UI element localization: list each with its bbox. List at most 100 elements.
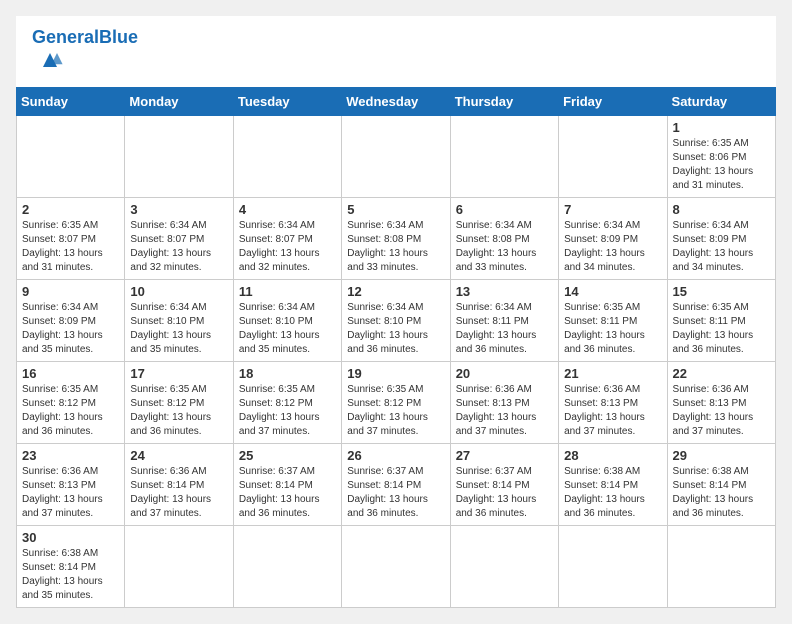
day-number: 30 bbox=[22, 530, 119, 545]
calendar-cell: 10 Sunrise: 6:34 AMSunset: 8:10 PMDayligh… bbox=[125, 280, 233, 362]
calendar-cell: 3Sunrise: 6:34 AMSunset: 8:07 PMDaylight… bbox=[125, 198, 233, 280]
logo-blue: Blue bbox=[99, 27, 138, 47]
calendar-cell: 30 Sunrise: 6:38 AMSunset: 8:14 PMDayligh… bbox=[17, 526, 125, 608]
day-number: 5 bbox=[347, 202, 444, 217]
day-info: Sunrise: 6:36 AMSunset: 8:13 PMDaylight:… bbox=[456, 383, 553, 439]
calendar-header-monday: Monday bbox=[125, 88, 233, 116]
day-info: Sunrise: 6:35 AMSunset: 8:12 PMDaylight:… bbox=[239, 383, 336, 439]
day-info: Sunrise: 6:38 AMSunset: 8:14 PMDaylight:… bbox=[564, 465, 661, 521]
calendar-cell: 5 Sunrise: 6:34 AMSunset: 8:08 PMDaylight… bbox=[342, 198, 450, 280]
day-info: Sunrise: 6:38 AMSunset: 8:14 PMDaylight:… bbox=[673, 465, 770, 521]
day-info: Sunrise: 6:37 AMSunset: 8:14 PMDaylight:… bbox=[347, 465, 444, 521]
day-info: Sunrise: 6:35 AMSunset: 8:06 PMDaylight:… bbox=[673, 137, 770, 193]
calendar-week-5: 23 Sunrise: 6:36 AMSunset: 8:13 PMDayligh… bbox=[17, 444, 776, 526]
day-info: Sunrise: 6:35 AMSunset: 8:11 PMDaylight:… bbox=[564, 301, 661, 357]
calendar-cell: 23 Sunrise: 6:36 AMSunset: 8:13 PMDayligh… bbox=[17, 444, 125, 526]
day-number: 18 bbox=[239, 366, 336, 381]
day-info: Sunrise: 6:34 AMSunset: 8:09 PMDaylight:… bbox=[564, 219, 661, 275]
day-number: 22 bbox=[673, 366, 770, 381]
calendar-week-4: 16 Sunrise: 6:35 AMSunset: 8:12 PMDayligh… bbox=[17, 362, 776, 444]
calendar-cell: 25Sunrise: 6:37 AMSunset: 8:14 PMDayligh… bbox=[233, 444, 341, 526]
day-number: 27 bbox=[456, 448, 553, 463]
calendar-cell: 6 Sunrise: 6:34 AMSunset: 8:08 PMDaylight… bbox=[450, 198, 558, 280]
day-number: 16 bbox=[22, 366, 119, 381]
calendar-week-1: 1Sunrise: 6:35 AMSunset: 8:06 PMDaylight… bbox=[17, 116, 776, 198]
calendar-cell: 27 Sunrise: 6:37 AMSunset: 8:14 PMDayligh… bbox=[450, 444, 558, 526]
day-info: Sunrise: 6:34 AMSunset: 8:09 PMDaylight:… bbox=[673, 219, 770, 275]
day-number: 2 bbox=[22, 202, 119, 217]
day-info: Sunrise: 6:37 AMSunset: 8:14 PMDaylight:… bbox=[456, 465, 553, 521]
day-number: 20 bbox=[456, 366, 553, 381]
day-number: 6 bbox=[456, 202, 553, 217]
calendar-cell bbox=[342, 526, 450, 608]
calendar-week-2: 2 Sunrise: 6:35 AMSunset: 8:07 PMDaylight… bbox=[17, 198, 776, 280]
day-info: Sunrise: 6:35 AMSunset: 8:12 PMDaylight:… bbox=[130, 383, 227, 439]
calendar-cell bbox=[233, 116, 341, 198]
day-info: Sunrise: 6:34 AMSunset: 8:09 PMDaylight:… bbox=[22, 301, 119, 357]
calendar-cell bbox=[342, 116, 450, 198]
day-number: 12 bbox=[347, 284, 444, 299]
calendar-cell: 14 Sunrise: 6:35 AMSunset: 8:11 PMDayligh… bbox=[559, 280, 667, 362]
logo-general: General bbox=[32, 27, 99, 47]
calendar-cell: 15Sunrise: 6:35 AMSunset: 8:11 PMDayligh… bbox=[667, 280, 775, 362]
day-number: 13 bbox=[456, 284, 553, 299]
day-info: Sunrise: 6:34 AMSunset: 8:07 PMDaylight:… bbox=[239, 219, 336, 275]
day-number: 23 bbox=[22, 448, 119, 463]
day-info: Sunrise: 6:38 AMSunset: 8:14 PMDaylight:… bbox=[22, 547, 119, 603]
calendar-cell: 11 Sunrise: 6:34 AMSunset: 8:10 PMDayligh… bbox=[233, 280, 341, 362]
calendar-cell bbox=[17, 116, 125, 198]
calendar-header-thursday: Thursday bbox=[450, 88, 558, 116]
day-info: Sunrise: 6:34 AMSunset: 8:07 PMDaylight:… bbox=[130, 219, 227, 275]
calendar-cell: 17 Sunrise: 6:35 AMSunset: 8:12 PMDayligh… bbox=[125, 362, 233, 444]
calendar-week-3: 9 Sunrise: 6:34 AMSunset: 8:09 PMDaylight… bbox=[17, 280, 776, 362]
day-info: Sunrise: 6:34 AMSunset: 8:11 PMDaylight:… bbox=[456, 301, 553, 357]
calendar-cell: 4 Sunrise: 6:34 AMSunset: 8:07 PMDaylight… bbox=[233, 198, 341, 280]
day-number: 9 bbox=[22, 284, 119, 299]
day-number: 15 bbox=[673, 284, 770, 299]
calendar-week-6: 30 Sunrise: 6:38 AMSunset: 8:14 PMDayligh… bbox=[17, 526, 776, 608]
day-number: 14 bbox=[564, 284, 661, 299]
day-info: Sunrise: 6:35 AMSunset: 8:07 PMDaylight:… bbox=[22, 219, 119, 275]
page: GeneralBlue SundayMondayTuesdayWednesday… bbox=[16, 16, 776, 608]
calendar-cell: 1Sunrise: 6:35 AMSunset: 8:06 PMDaylight… bbox=[667, 116, 775, 198]
calendar-cell: 22 Sunrise: 6:36 AMSunset: 8:13 PMDayligh… bbox=[667, 362, 775, 444]
day-number: 21 bbox=[564, 366, 661, 381]
day-number: 10 bbox=[130, 284, 227, 299]
calendar-cell bbox=[450, 526, 558, 608]
calendar-cell: 19 Sunrise: 6:35 AMSunset: 8:12 PMDayligh… bbox=[342, 362, 450, 444]
day-number: 28 bbox=[564, 448, 661, 463]
day-info: Sunrise: 6:34 AMSunset: 8:10 PMDaylight:… bbox=[130, 301, 227, 357]
day-info: Sunrise: 6:35 AMSunset: 8:12 PMDaylight:… bbox=[347, 383, 444, 439]
calendar-cell: 2 Sunrise: 6:35 AMSunset: 8:07 PMDaylight… bbox=[17, 198, 125, 280]
day-info: Sunrise: 6:36 AMSunset: 8:13 PMDaylight:… bbox=[564, 383, 661, 439]
calendar-cell bbox=[125, 526, 233, 608]
logo-icon bbox=[36, 46, 64, 74]
calendar-cell bbox=[559, 116, 667, 198]
day-info: Sunrise: 6:34 AMSunset: 8:08 PMDaylight:… bbox=[456, 219, 553, 275]
calendar-cell bbox=[559, 526, 667, 608]
day-number: 8 bbox=[673, 202, 770, 217]
calendar-cell: 12Sunrise: 6:34 AMSunset: 8:10 PMDayligh… bbox=[342, 280, 450, 362]
day-info: Sunrise: 6:36 AMSunset: 8:13 PMDaylight:… bbox=[22, 465, 119, 521]
calendar-cell bbox=[667, 526, 775, 608]
calendar-cell: 7Sunrise: 6:34 AMSunset: 8:09 PMDaylight… bbox=[559, 198, 667, 280]
calendar-cell: 29Sunrise: 6:38 AMSunset: 8:14 PMDayligh… bbox=[667, 444, 775, 526]
calendar-cell: 28 Sunrise: 6:38 AMSunset: 8:14 PMDayligh… bbox=[559, 444, 667, 526]
calendar-header-saturday: Saturday bbox=[667, 88, 775, 116]
day-number: 24 bbox=[130, 448, 227, 463]
calendar-cell: 16 Sunrise: 6:35 AMSunset: 8:12 PMDayligh… bbox=[17, 362, 125, 444]
day-info: Sunrise: 6:35 AMSunset: 8:12 PMDaylight:… bbox=[22, 383, 119, 439]
calendar-cell: 13 Sunrise: 6:34 AMSunset: 8:11 PMDayligh… bbox=[450, 280, 558, 362]
calendar-cell bbox=[233, 526, 341, 608]
calendar-table: SundayMondayTuesdayWednesdayThursdayFrid… bbox=[16, 87, 776, 608]
day-number: 17 bbox=[130, 366, 227, 381]
day-info: Sunrise: 6:36 AMSunset: 8:13 PMDaylight:… bbox=[673, 383, 770, 439]
day-number: 19 bbox=[347, 366, 444, 381]
day-info: Sunrise: 6:34 AMSunset: 8:10 PMDaylight:… bbox=[239, 301, 336, 357]
calendar-cell: 20 Sunrise: 6:36 AMSunset: 8:13 PMDayligh… bbox=[450, 362, 558, 444]
calendar-header-tuesday: Tuesday bbox=[233, 88, 341, 116]
day-number: 4 bbox=[239, 202, 336, 217]
calendar-cell: 18 Sunrise: 6:35 AMSunset: 8:12 PMDayligh… bbox=[233, 362, 341, 444]
day-number: 11 bbox=[239, 284, 336, 299]
day-info: Sunrise: 6:34 AMSunset: 8:08 PMDaylight:… bbox=[347, 219, 444, 275]
